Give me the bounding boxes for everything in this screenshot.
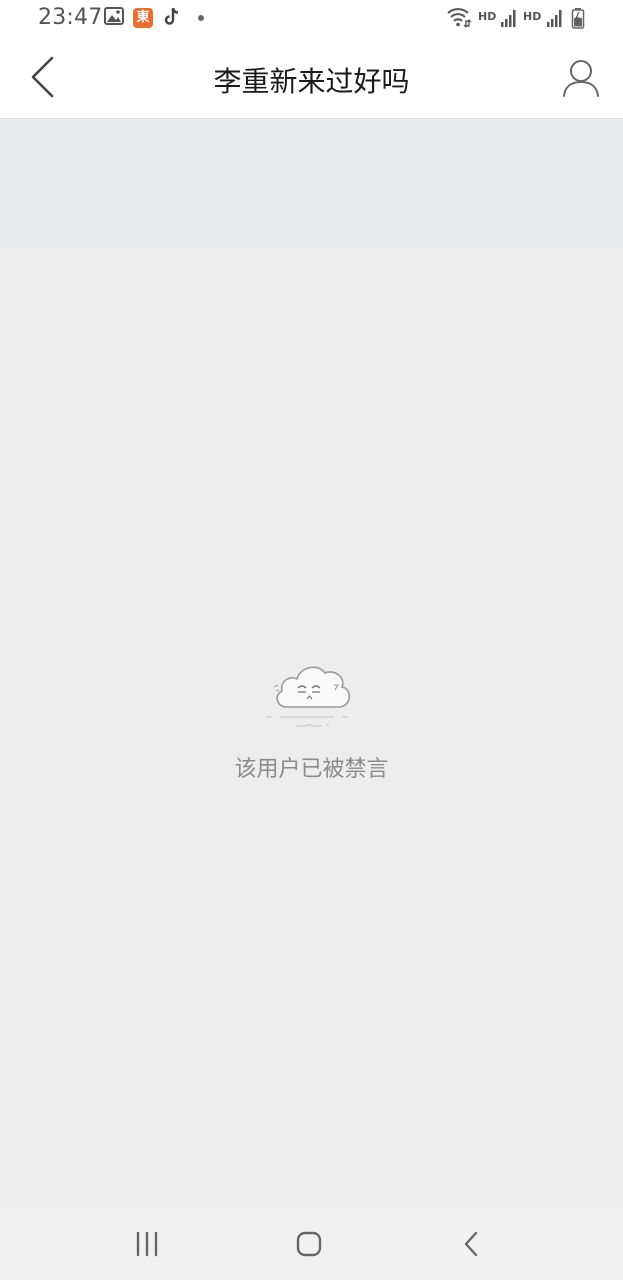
battery-icon: [571, 8, 585, 29]
gallery-icon: [104, 7, 124, 25]
page-title: 李重新来过好吗: [213, 65, 410, 98]
hd-label: HD: [478, 10, 497, 23]
hd-label: HD: [523, 10, 542, 23]
home-icon: [296, 1231, 322, 1257]
system-back-button[interactable]: [452, 1230, 492, 1260]
profile-button[interactable]: [561, 56, 601, 100]
system-nav-bar: [0, 1208, 623, 1280]
empty-state: 该用户已被禁言: [0, 655, 623, 783]
status-bar: 23:47 東 HD HD: [0, 0, 623, 38]
status-time: 23:47: [38, 5, 103, 30]
top-app-bar: 李重新来过好吗: [0, 38, 623, 119]
cloud-face-illustration: [265, 666, 350, 727]
profile-banner: [0, 120, 623, 248]
recent-apps-icon: [136, 1231, 158, 1257]
tiktok-icon: [164, 7, 179, 25]
app-badge-icon: 東: [133, 8, 153, 28]
back-icon: [464, 1231, 478, 1257]
empty-message: 该用户已被禁言: [234, 757, 389, 782]
person-icon: [563, 60, 599, 97]
home-button[interactable]: [289, 1230, 329, 1260]
signal-icon: [547, 10, 562, 27]
recent-apps-button[interactable]: [127, 1230, 167, 1260]
wifi-icon: [447, 8, 472, 28]
signal-icon: [501, 10, 516, 27]
notification-dot: [198, 15, 204, 21]
